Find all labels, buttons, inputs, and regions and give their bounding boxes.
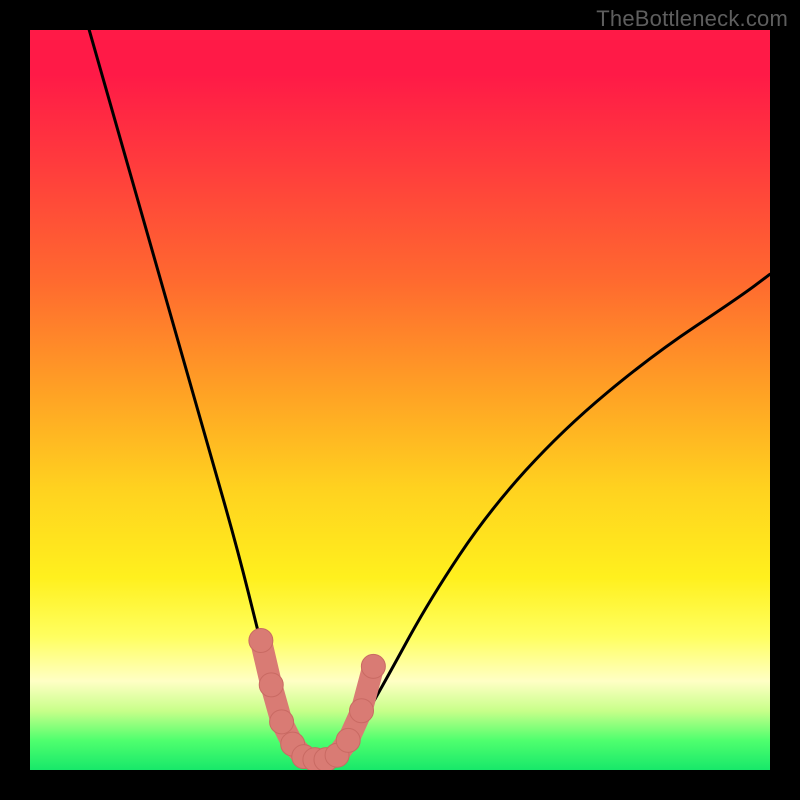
marker-dot <box>259 673 283 697</box>
marker-dot <box>361 654 385 678</box>
plot-area <box>30 30 770 770</box>
marker-dot <box>350 699 374 723</box>
marker-dot <box>249 629 273 653</box>
watermark-text: TheBottleneck.com <box>596 6 788 32</box>
marker-dot <box>270 710 294 734</box>
marker-dot <box>336 728 360 752</box>
chart-frame: TheBottleneck.com <box>0 0 800 800</box>
chart-svg <box>30 30 770 770</box>
bottleneck-curve <box>89 30 770 759</box>
curve-path <box>89 30 770 759</box>
marker-group <box>249 629 385 771</box>
